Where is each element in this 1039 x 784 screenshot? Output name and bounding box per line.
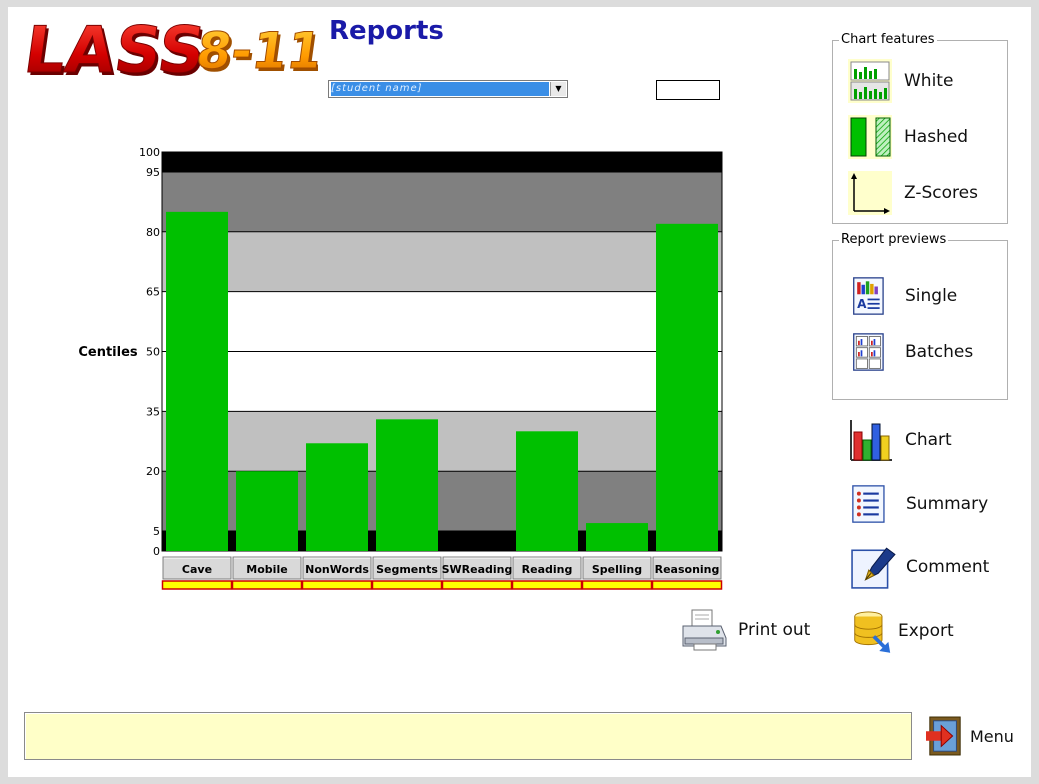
chart-button[interactable]: Chart — [849, 418, 952, 462]
centile-band — [162, 231, 722, 292]
y-tick-label: 0 — [153, 545, 160, 558]
bar-spelling — [586, 523, 648, 551]
print-button[interactable]: Print out — [680, 608, 810, 652]
batch-report-icon — [853, 333, 884, 371]
batch-report-option[interactable]: Batches — [852, 330, 973, 374]
centile-band — [162, 152, 722, 172]
centile-bar-chart: 0 5 20 35 50 65 80 95 100 Centiles Cave Mobile Non… — [78, 146, 723, 590]
hashed-chart-icon — [848, 115, 892, 159]
category-label: Segments — [376, 563, 438, 576]
category-button-segments[interactable]: Segments — [372, 556, 442, 580]
white-chart-option[interactable]: White — [848, 59, 953, 103]
bar-reasoning — [656, 223, 718, 551]
summary-button[interactable]: Summary — [852, 482, 988, 526]
database-export-icon — [854, 611, 891, 653]
svg-text:A: A — [857, 297, 867, 311]
white-option-label: White — [904, 71, 954, 91]
category-label: Reading — [522, 563, 573, 576]
hashed-option-label: Hashed — [904, 127, 969, 147]
category-label: Reasoning — [655, 563, 720, 576]
bar-nonwords — [306, 443, 368, 551]
export-button[interactable]: Export — [852, 608, 954, 654]
hashed-chart-option[interactable]: Hashed — [848, 115, 968, 159]
selected-pupil: [student name] — [331, 82, 549, 96]
export-button-label: Export — [898, 621, 954, 641]
bar-mobile — [236, 471, 298, 551]
bar-segments — [376, 419, 438, 551]
y-tick-label: 95 — [146, 166, 160, 179]
y-tick-label: 5 — [153, 525, 160, 538]
category-indicator — [371, 580, 443, 590]
single-option-label: Single — [905, 286, 958, 306]
chart-button-label: Chart — [905, 430, 952, 450]
category-indicator — [651, 580, 723, 590]
y-axis-label: Centiles — [78, 345, 138, 360]
z-scores-option-label: Z-Scores — [904, 183, 978, 203]
y-tick-label: 80 — [146, 226, 160, 239]
category-button-nonwords[interactable]: NonWords — [302, 556, 372, 580]
category-button-reading[interactable]: Reading — [512, 556, 582, 580]
category-indicator — [301, 580, 373, 590]
bar-chart-icon — [850, 420, 892, 461]
centile-band — [162, 171, 722, 232]
menu-button[interactable]: Menu — [926, 714, 1014, 758]
y-tick-label: 50 — [146, 346, 160, 359]
category-button-swreading[interactable]: SWReading — [442, 556, 513, 580]
category-button-cave[interactable]: Cave — [162, 556, 232, 580]
z-scores-icon — [848, 171, 892, 215]
blank-field — [656, 80, 720, 100]
category-indicator — [231, 580, 303, 590]
category-button-reasoning[interactable]: Reasoning — [652, 556, 722, 580]
chart-features-legend: Chart features — [839, 32, 937, 47]
report-previews-legend: Report previews — [839, 232, 949, 247]
bar-reading — [516, 431, 578, 551]
batches-option-label: Batches — [905, 342, 974, 362]
bar-cave — [166, 211, 228, 551]
y-tick-label: 100 — [139, 146, 160, 159]
summary-button-label: Summary — [906, 494, 989, 514]
category-indicator — [581, 580, 653, 590]
category-indicator — [161, 580, 233, 590]
white-chart-icon — [848, 59, 892, 103]
print-button-label: Print out — [738, 620, 811, 640]
report-previews-group: Report previews A Single Batches — [832, 232, 1008, 400]
menu-button-label: Menu — [970, 726, 1014, 746]
lass-logo: LASS LASS 8-11 8-11 — [22, 14, 318, 80]
single-report-option[interactable]: A Single — [852, 274, 957, 318]
status-bar — [24, 712, 912, 760]
exit-door-icon — [926, 716, 961, 756]
comment-button[interactable]: Comment — [851, 544, 989, 590]
chevron-down-icon[interactable]: ▼ — [550, 82, 566, 96]
svg-text:LASS: LASS — [22, 14, 210, 80]
category-indicator — [511, 580, 583, 590]
comment-button-label: Comment — [906, 557, 990, 577]
category-label: NonWords — [305, 563, 369, 576]
category-label: Mobile — [246, 563, 287, 576]
z-scores-option[interactable]: Z-Scores — [848, 171, 978, 215]
y-tick-label: 20 — [146, 465, 160, 478]
page-title: Reports — [329, 16, 444, 46]
category-label: Cave — [182, 563, 212, 576]
category-indicator — [441, 580, 513, 590]
pupil-select[interactable]: [student name] ▼ — [328, 80, 568, 98]
category-button-spelling[interactable]: Spelling — [582, 556, 652, 580]
category-label: SWReading — [442, 563, 513, 576]
centile-band — [162, 411, 722, 472]
fountain-pen-icon — [851, 547, 896, 589]
svg-text:8-11: 8-11 — [193, 21, 318, 80]
chart-features-group: Chart features White Hashed Z-Scores — [832, 32, 1008, 224]
y-tick-label: 35 — [146, 405, 160, 418]
category-button-mobile[interactable]: Mobile — [232, 556, 302, 580]
summary-list-icon — [852, 485, 885, 523]
single-report-icon: A — [853, 277, 884, 315]
y-tick-label: 65 — [146, 286, 160, 299]
printer-icon — [682, 609, 727, 651]
category-label: Spelling — [592, 563, 642, 576]
